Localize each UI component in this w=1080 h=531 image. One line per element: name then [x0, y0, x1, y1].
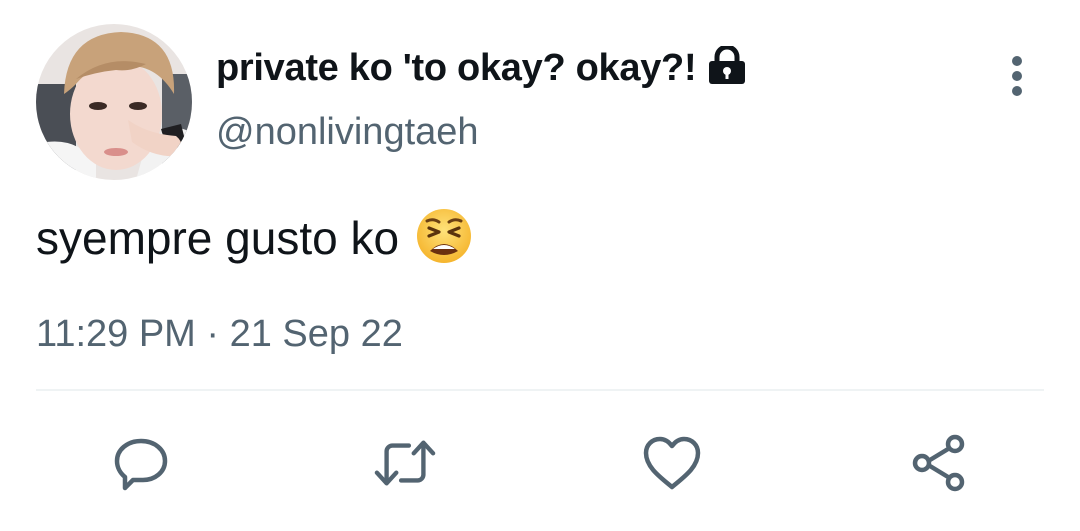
user-handle[interactable]: @nonlivingtaeh: [216, 108, 479, 156]
retweet-icon: [374, 440, 436, 486]
tweet-text-content: syempre gusto ko: [36, 212, 400, 264]
share-icon: [912, 434, 965, 492]
lock-icon: [709, 46, 746, 84]
tweet-text: syempre gusto ko: [36, 209, 473, 266]
reply-button[interactable]: [110, 432, 172, 494]
avatar[interactable]: [36, 24, 192, 180]
display-name[interactable]: private ko 'to okay? okay?!: [216, 44, 748, 92]
display-name-text: private ko 'to okay? okay?!: [216, 47, 697, 89]
more-vertical-icon[interactable]: [1004, 54, 1030, 98]
tired-face-emoji: [417, 209, 472, 263]
timestamp[interactable]: 11:29 PM · 21 Sep 22: [36, 310, 403, 358]
retweet-button[interactable]: [374, 432, 436, 494]
like-button[interactable]: [641, 432, 703, 494]
reply-icon: [114, 438, 168, 491]
share-button[interactable]: [908, 432, 970, 494]
divider: [36, 389, 1044, 391]
heart-icon: [643, 436, 701, 490]
avatar-image: [36, 24, 192, 180]
